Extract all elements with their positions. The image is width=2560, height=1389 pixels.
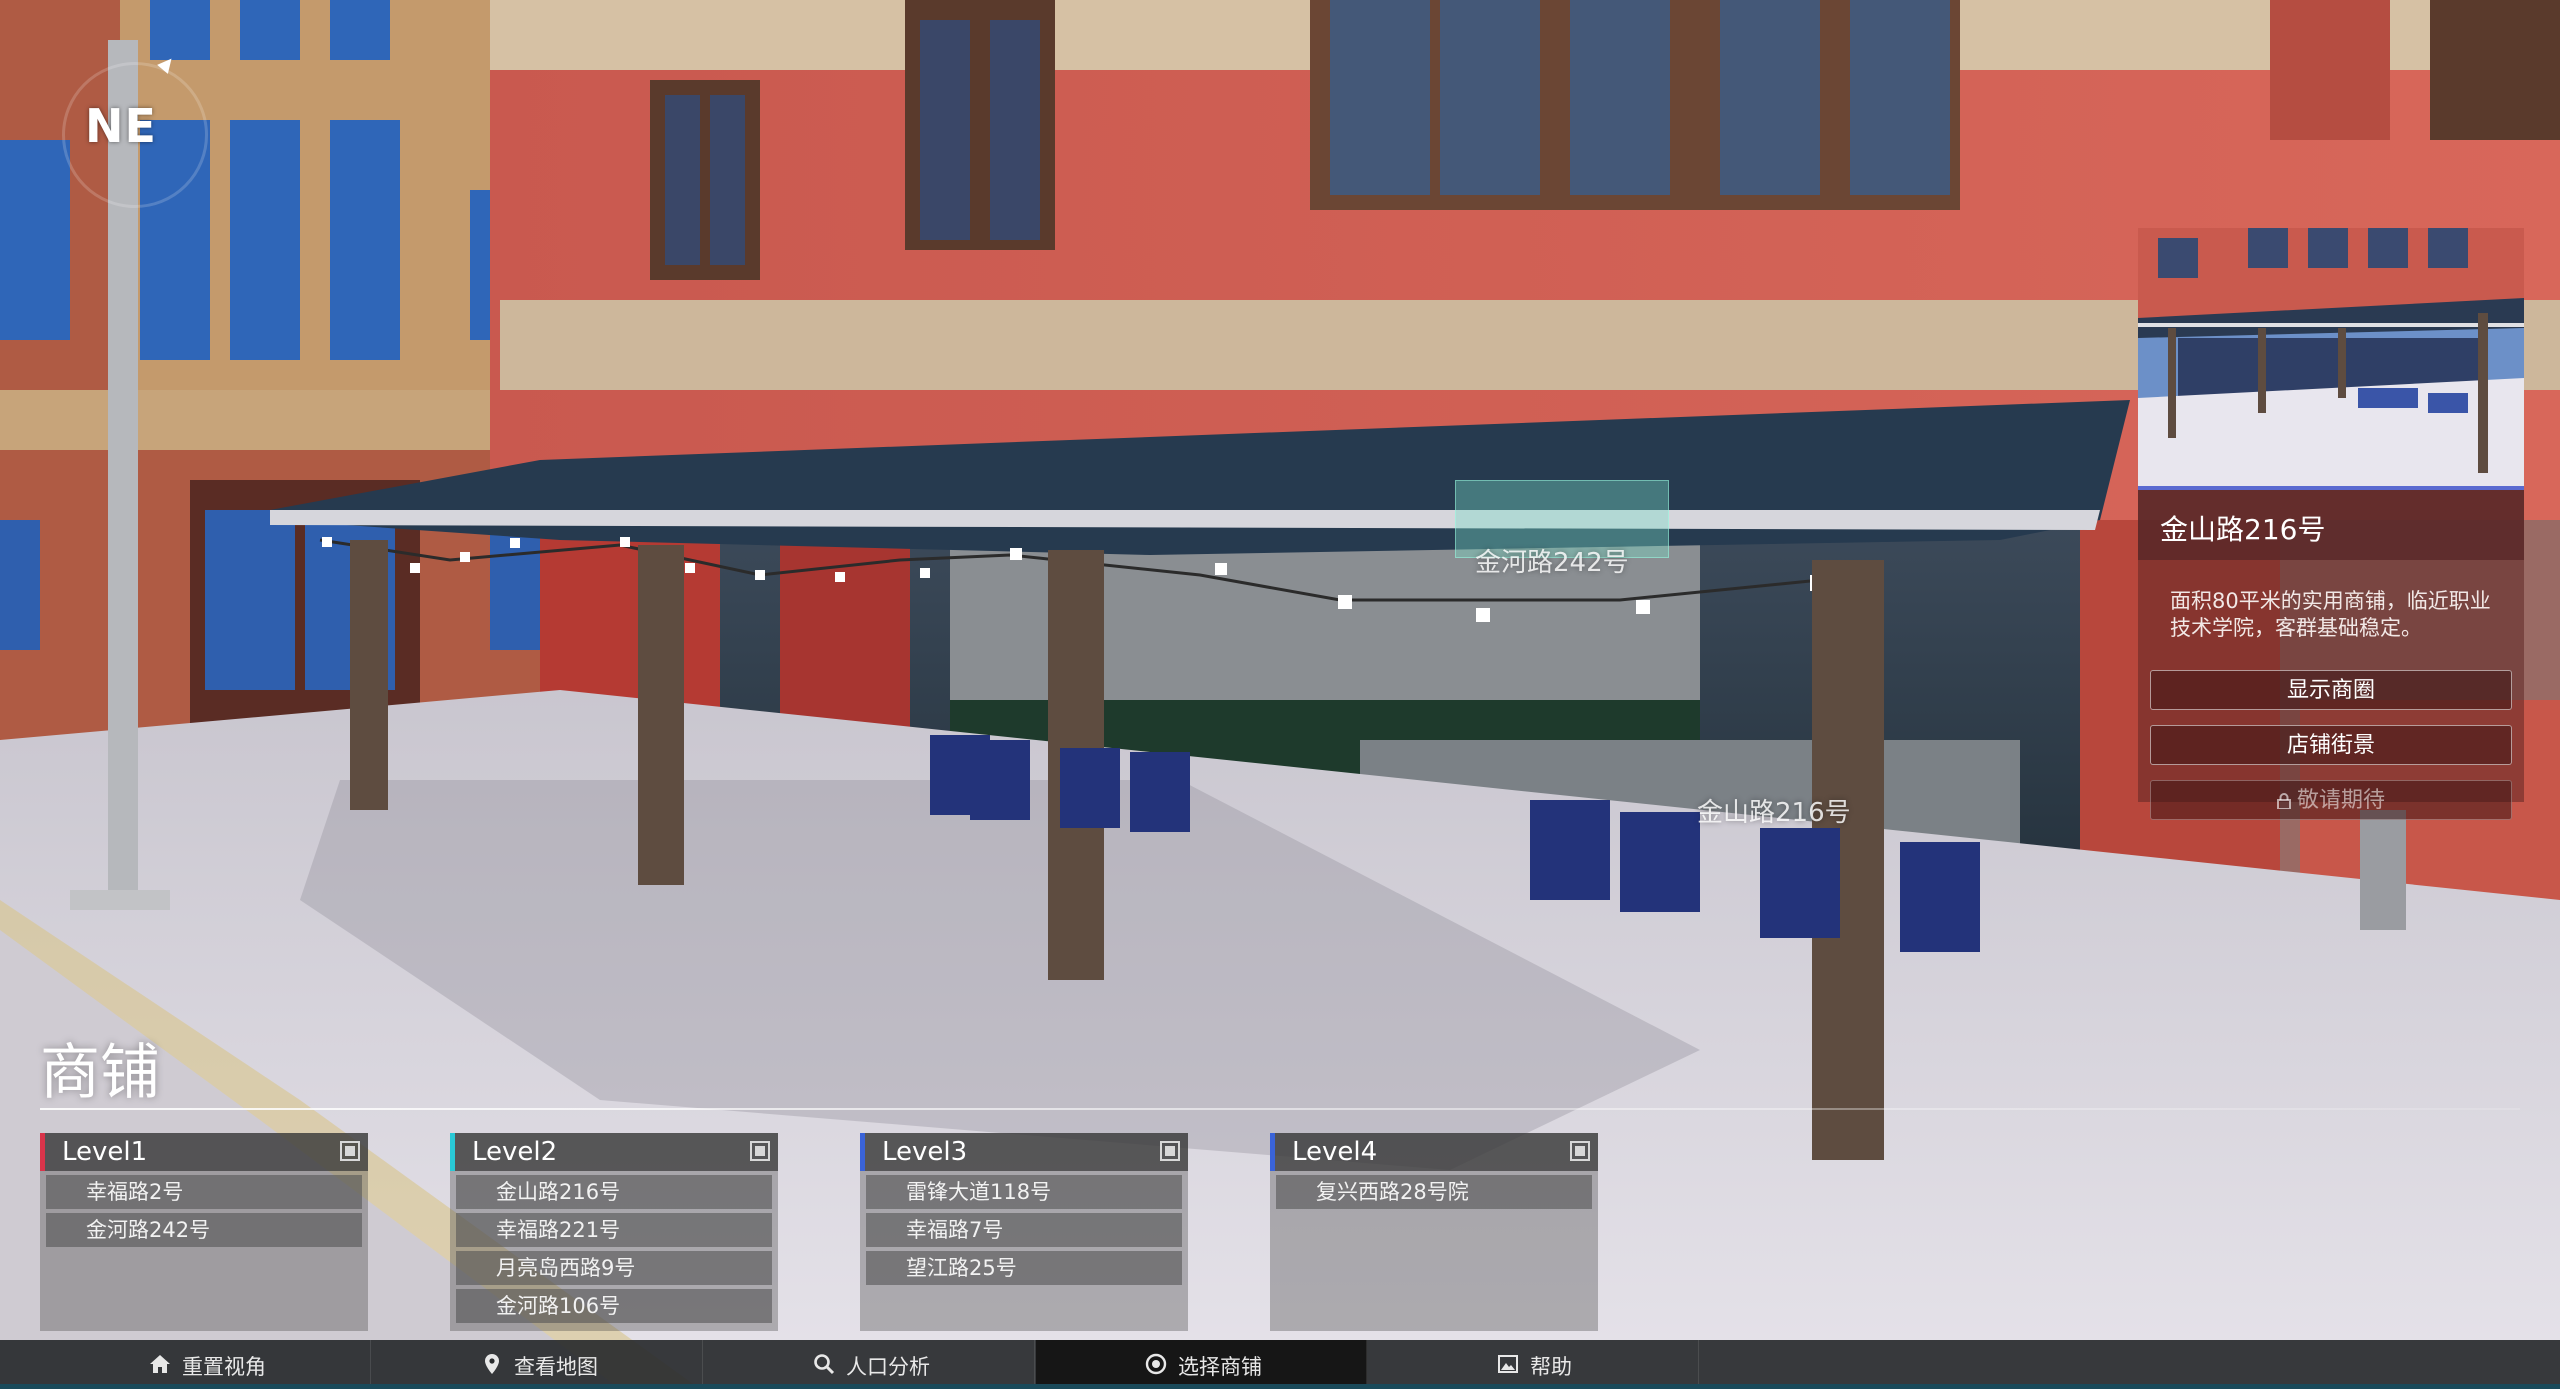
bottom-nav-bar: 重置视角 查看地图 人口分析 选择商铺 帮助 — [0, 1340, 2560, 1389]
level-accent-bar — [450, 1133, 455, 1171]
shop-description: 面积80平米的实用商铺，临近职业技术学院，客群基础稳定。 — [2170, 589, 2491, 640]
shop-list-item[interactable]: 复兴西路28号院 — [1276, 1175, 1592, 1209]
compass-direction-label: NE — [85, 99, 157, 153]
nav-reset-view[interactable]: 重置视角 — [40, 1340, 371, 1389]
nav-help[interactable]: 帮助 — [1368, 1340, 1699, 1389]
level-name: Level3 — [882, 1137, 968, 1167]
level-header[interactable]: Level3 — [860, 1133, 1188, 1171]
shop-list-item[interactable]: 幸福路7号 — [866, 1213, 1182, 1247]
shop-preview-image — [2138, 228, 2524, 490]
level-column-1: Level1 幸福路2号 金河路242号 — [40, 1133, 368, 1331]
show-trade-area-button[interactable]: 显示商圈 — [2150, 670, 2512, 710]
image-icon — [1496, 1352, 1520, 1376]
level-accent-bar — [860, 1133, 865, 1171]
level-header[interactable]: Level2 — [450, 1133, 778, 1171]
level-accent-bar — [1270, 1133, 1275, 1171]
level-column-4: Level4 复兴西路28号院 — [1270, 1133, 1598, 1331]
level-toggle-checkbox[interactable] — [1570, 1141, 1590, 1161]
home-icon — [148, 1352, 172, 1376]
nav-label: 查看地图 — [514, 1355, 598, 1379]
shop-info-title-bar: 金山路216号 — [2138, 490, 2524, 560]
bottom-accent-strip — [0, 1384, 2560, 1389]
map-pin-icon — [480, 1352, 504, 1376]
lock-icon — [2276, 783, 2291, 810]
level-name: Level2 — [472, 1137, 558, 1167]
level-toggle-checkbox[interactable] — [340, 1141, 360, 1161]
street-view-button[interactable]: 店铺街景 — [2150, 725, 2512, 765]
nav-view-map[interactable]: 查看地图 — [372, 1340, 703, 1389]
shop-list-item[interactable]: 望江路25号 — [866, 1251, 1182, 1285]
coming-soon-button: 敬请期待 — [2150, 780, 2512, 820]
shop-list-item[interactable]: 幸福路2号 — [46, 1175, 362, 1209]
compass[interactable]: NE — [62, 54, 208, 208]
nav-label: 重置视角 — [182, 1355, 266, 1379]
level-header[interactable]: Level4 — [1270, 1133, 1598, 1171]
level-toggle-checkbox[interactable] — [750, 1141, 770, 1161]
level-column-2: Level2 金山路216号 幸福路221号 月亮岛西路9号 金河路106号 — [450, 1133, 778, 1331]
section-divider — [40, 1108, 2520, 1110]
shop-list-item[interactable]: 金河路242号 — [46, 1213, 362, 1247]
nav-population-analysis[interactable]: 人口分析 — [704, 1340, 1035, 1389]
shop-list-item[interactable]: 金河路106号 — [456, 1289, 772, 1323]
nav-label: 帮助 — [1530, 1355, 1572, 1379]
shop-list-item[interactable]: 月亮岛西路9号 — [456, 1251, 772, 1285]
search-icon — [812, 1352, 836, 1376]
nav-select-shop[interactable]: 选择商铺 — [1036, 1340, 1367, 1389]
shop-section-title: 商铺 — [40, 1038, 160, 1108]
map-label-shop[interactable]: 金河路242号 — [1475, 542, 1629, 579]
map-label-shop[interactable]: 金山路216号 — [1697, 792, 1851, 829]
level-accent-bar — [40, 1133, 45, 1171]
shop-list-item[interactable]: 幸福路221号 — [456, 1213, 772, 1247]
level-toggle-checkbox[interactable] — [1160, 1141, 1180, 1161]
shop-info-panel: 金山路216号 面积80平米的实用商铺，临近职业技术学院，客群基础稳定。 显示商… — [2138, 228, 2524, 820]
shop-info-title: 金山路216号 — [2160, 513, 2326, 546]
target-icon — [1144, 1352, 1168, 1376]
shop-list-item[interactable]: 雷锋大道118号 — [866, 1175, 1182, 1209]
level-column-3: Level3 雷锋大道118号 幸福路7号 望江路25号 — [860, 1133, 1188, 1331]
level-name: Level1 — [62, 1137, 148, 1167]
nav-label: 选择商铺 — [1178, 1355, 1262, 1379]
shop-list-item[interactable]: 金山路216号 — [456, 1175, 772, 1209]
level-name: Level4 — [1292, 1137, 1378, 1167]
shop-info-body: 面积80平米的实用商铺，临近职业技术学院，客群基础稳定。 显示商圈 店铺街景 敬… — [2138, 560, 2524, 820]
level-header[interactable]: Level1 — [40, 1133, 368, 1171]
nav-label: 人口分析 — [846, 1355, 930, 1379]
